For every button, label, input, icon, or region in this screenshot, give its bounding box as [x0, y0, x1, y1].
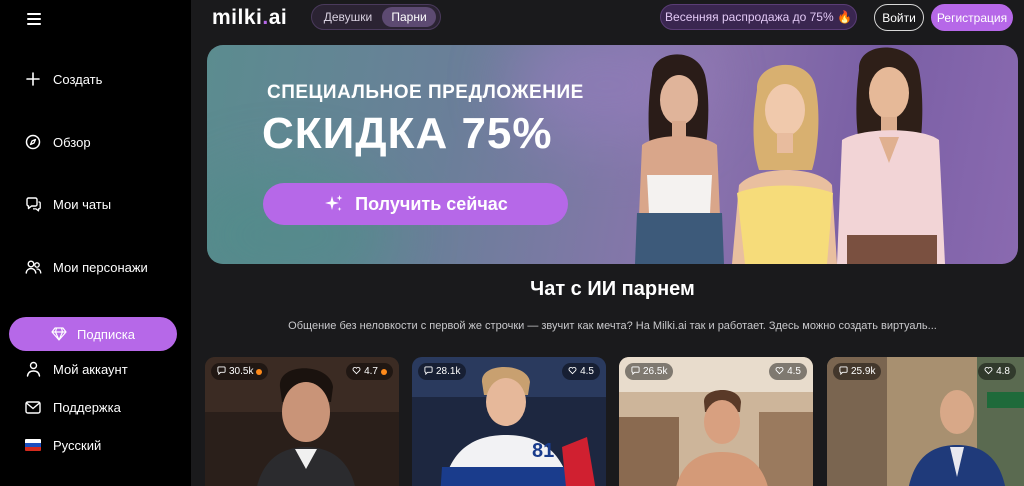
tab-girls[interactable]: Девушки: [314, 7, 382, 27]
banner-subtitle: СПЕЦИАЛЬНОЕ ПРЕДЛОЖЕНИЕ: [267, 82, 584, 103]
chat-bubble-icon: [217, 365, 226, 378]
character-card[interactable]: 81 28.1k 4.5: [412, 357, 606, 486]
sidebar-item-account[interactable]: Мой аккаунт: [24, 357, 128, 381]
hot-indicator: [381, 368, 387, 375]
sparkle-icon: [323, 193, 345, 215]
banner-title: СКИДКА 75%: [262, 109, 553, 158]
section-title: Чат с ИИ парнем: [530, 278, 695, 300]
language-label: Русский: [53, 437, 102, 453]
user-icon: [24, 360, 42, 378]
sidebar-item-label: Создать: [53, 71, 103, 87]
compass-icon: [24, 133, 42, 151]
rating-badge: 4.8: [978, 363, 1016, 380]
sidebar-item-create[interactable]: Создать: [24, 67, 102, 91]
login-button[interactable]: Войти: [874, 4, 924, 31]
plus-icon: [24, 70, 42, 88]
chat-icon: [24, 195, 42, 213]
rating-badge: 4.5: [769, 363, 807, 380]
chat-bubble-icon: [839, 365, 848, 378]
subscription-button[interactable]: Подписка: [9, 317, 177, 351]
sidebar-item-explore[interactable]: Обзор: [24, 130, 91, 154]
chat-bubble-icon: [631, 365, 640, 378]
sale-banner-pill[interactable]: Весенняя распродажа до 75% 🔥: [660, 4, 857, 30]
character-card[interactable]: 30.5k 4.7: [205, 357, 399, 486]
get-now-button[interactable]: Получить сейчас: [263, 183, 568, 225]
chats-count-badge: 30.5k: [211, 363, 269, 380]
sidebar-item-support[interactable]: Поддержка: [24, 395, 121, 419]
heart-icon: [352, 366, 361, 378]
diamond-icon: [51, 327, 67, 341]
tab-boys[interactable]: Парни: [382, 7, 436, 27]
section-description: Общение без неловкости с первой же строч…: [288, 320, 937, 332]
sidebar-item-label: Обзор: [53, 134, 91, 150]
sidebar-item-label: Мой аккаунт: [53, 361, 128, 377]
logo[interactable]: milki.ai: [212, 6, 287, 30]
character-card[interactable]: 26.5k 4.5: [619, 357, 813, 486]
sidebar-item-label: Мои чаты: [53, 196, 112, 212]
hot-indicator: [256, 368, 263, 375]
users-icon: [24, 258, 42, 276]
models-image: [635, 47, 945, 264]
sidebar-item-characters[interactable]: Мои персонажи: [24, 255, 148, 279]
gender-switch: Девушки Парни: [311, 4, 441, 30]
heart-icon: [775, 366, 784, 378]
subscription-label: Подписка: [77, 326, 135, 342]
chats-count-badge: 26.5k: [625, 363, 674, 380]
chat-bubble-icon: [424, 365, 433, 378]
heart-icon: [568, 366, 577, 378]
sidebar: Создать Обзор Мои чаты Мои персонажи Под…: [0, 0, 191, 486]
chats-count-badge: 28.1k: [418, 363, 467, 380]
rating-badge: 4.7: [346, 363, 393, 380]
character-card[interactable]: 25.9k 4.8: [827, 357, 1024, 486]
register-button[interactable]: Регистрация: [931, 4, 1013, 31]
mail-icon: [24, 398, 42, 416]
rating-badge: 4.5: [562, 363, 600, 380]
sidebar-item-chats[interactable]: Мои чаты: [24, 192, 111, 216]
promo-banner[interactable]: СПЕЦИАЛЬНОЕ ПРЕДЛОЖЕНИЕ СКИДКА 75% Получ…: [207, 45, 1018, 264]
menu-icon[interactable]: [27, 13, 41, 25]
language-selector[interactable]: Русский: [24, 433, 101, 457]
svg-text:81: 81: [532, 440, 554, 462]
get-now-label: Получить сейчас: [355, 193, 508, 214]
russia-flag-icon: [24, 436, 42, 454]
sidebar-item-label: Мои персонажи: [53, 259, 148, 275]
sidebar-item-label: Поддержка: [53, 399, 121, 415]
heart-icon: [984, 366, 993, 378]
chats-count-badge: 25.9k: [833, 363, 882, 380]
